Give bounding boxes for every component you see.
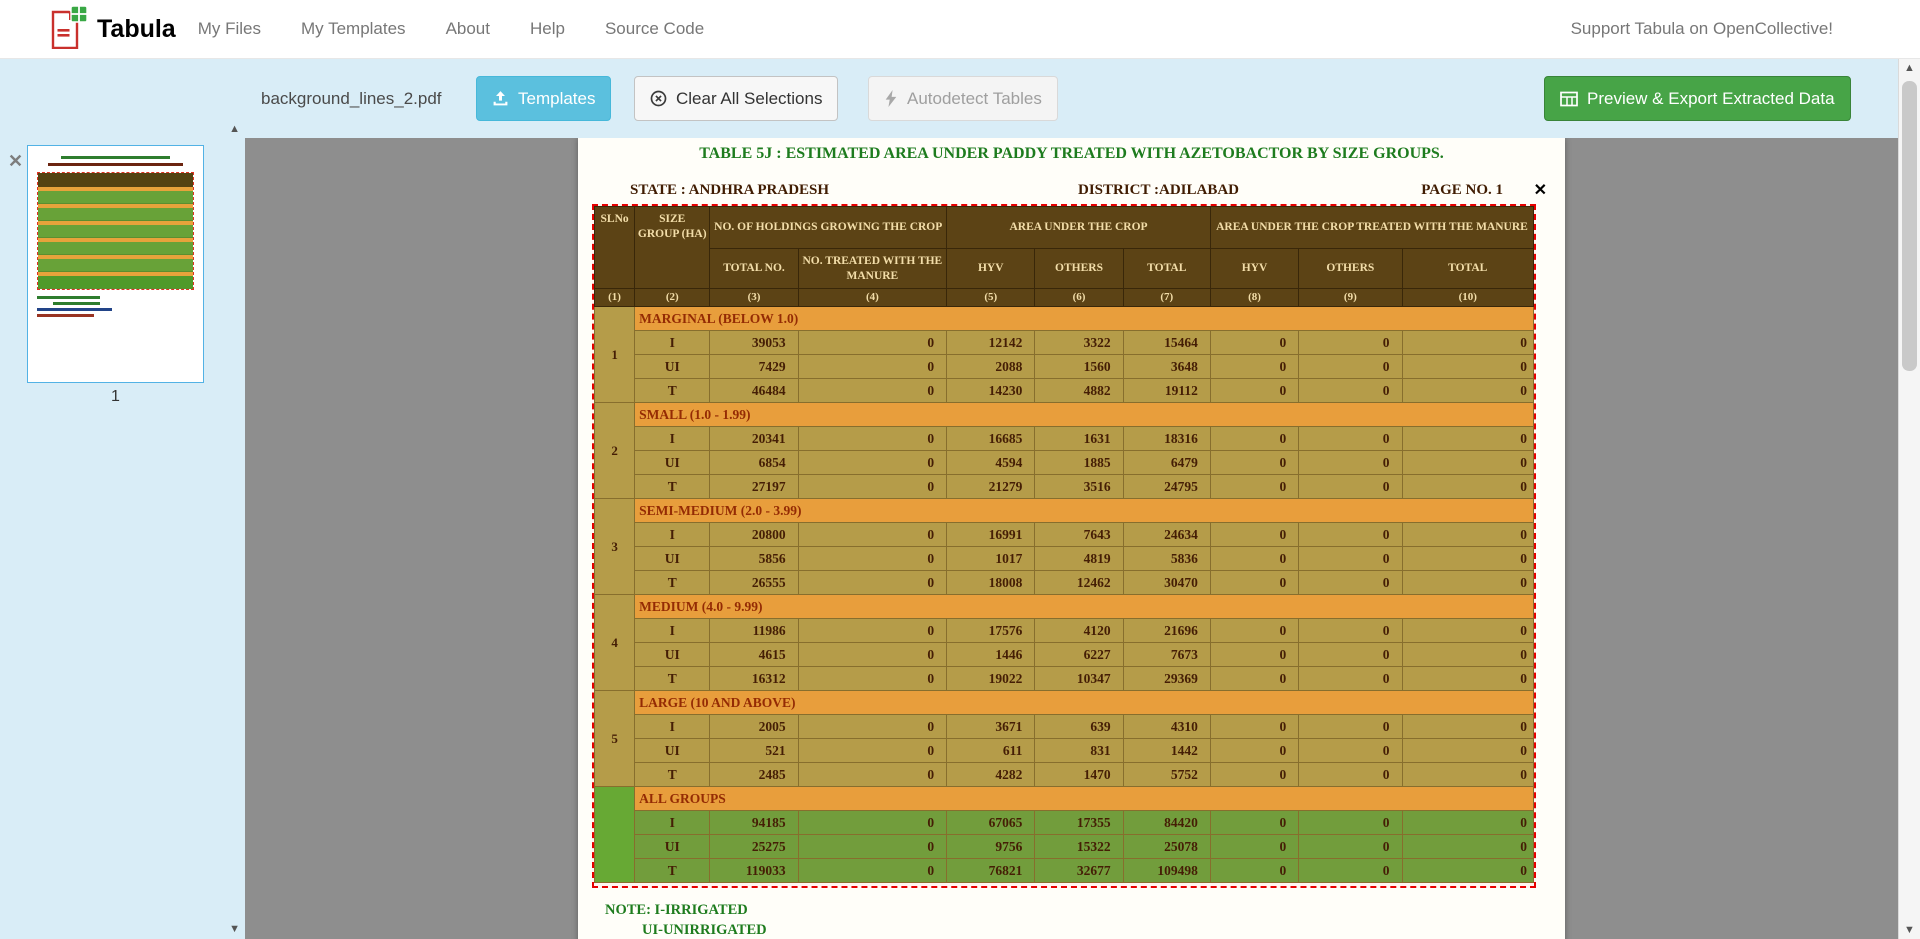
nav-link-about[interactable]: About [446, 19, 490, 39]
thumbnail-table-body [38, 187, 193, 289]
remove-page-button[interactable]: ✕ [8, 151, 23, 172]
thumb-rows-band [38, 242, 193, 255]
circle-x-icon [650, 90, 667, 107]
upload-icon [492, 90, 509, 107]
thumb-rows-band [38, 259, 193, 272]
scrollbar-thumb[interactable] [1902, 81, 1917, 371]
sidebar-scroll-down-icon[interactable]: ▼ [229, 923, 240, 935]
thumbnail-page-number: 1 [27, 388, 204, 406]
scroll-down-icon[interactable]: ▼ [1899, 924, 1920, 936]
thumb-rows-band [38, 191, 193, 204]
page-thumbnail[interactable] [27, 145, 204, 383]
thumb-rows-band [38, 208, 193, 221]
thumb-rows-band [38, 276, 193, 289]
nav-link-my-files[interactable]: My Files [198, 19, 261, 39]
thumb-note-line [53, 302, 100, 305]
top-navbar: Tabula My Files My Templates About Help … [0, 0, 1920, 59]
nav-link-my-templates[interactable]: My Templates [301, 19, 406, 39]
remove-selection-button[interactable]: ✕ [1534, 180, 1547, 200]
document-viewport: TABLE 5J : ESTIMATED AREA UNDER PADDY TR… [245, 138, 1898, 939]
nav-link-help[interactable]: Help [530, 19, 565, 39]
table-title: TABLE 5J : ESTIMATED AREA UNDER PADDY TR… [578, 145, 1565, 163]
thumb-notes [37, 296, 194, 317]
document-filename: background_lines_2.pdf [261, 89, 442, 109]
lightning-icon [884, 90, 898, 107]
selection-box[interactable] [592, 204, 1536, 888]
clear-all-selections-button[interactable]: Clear All Selections [634, 76, 838, 121]
thumb-meta-line [48, 163, 183, 166]
note-line-2: UI-UNIRRIGATED [642, 922, 767, 939]
table-icon [1560, 91, 1578, 107]
pdf-page: TABLE 5J : ESTIMATED AREA UNDER PADDY TR… [578, 138, 1565, 939]
app-logo[interactable]: Tabula [51, 5, 176, 54]
pdf-table-logo-icon [51, 5, 88, 54]
preview-export-button[interactable]: Preview & Export Extracted Data [1544, 76, 1851, 121]
clear-button-label: Clear All Selections [676, 89, 822, 109]
autodetect-tables-button[interactable]: Autodetect Tables [868, 76, 1058, 121]
autodetect-button-label: Autodetect Tables [907, 89, 1042, 109]
thumb-note-line [37, 296, 100, 299]
thumb-title-line [61, 156, 171, 159]
scroll-up-icon[interactable]: ▲ [1899, 62, 1920, 74]
thumb-note-line [37, 314, 94, 317]
support-link[interactable]: Support Tabula on OpenCollective! [1571, 19, 1833, 39]
nav-link-source-code[interactable]: Source Code [605, 19, 704, 39]
thumb-table-header [38, 173, 193, 187]
table-meta-row: STATE : ANDHRA PRADESH DISTRICT :ADILABA… [578, 182, 1565, 202]
brand-title: Tabula [97, 15, 176, 44]
export-button-label: Preview & Export Extracted Data [1587, 89, 1835, 109]
state-label: STATE : ANDHRA PRADESH [630, 182, 829, 199]
thumb-rows-band [38, 225, 193, 238]
sidebar-scroll-up-icon[interactable]: ▲ [229, 123, 240, 135]
note-line-1: NOTE: I-IRRIGATED [605, 902, 748, 919]
nav-links: My Files My Templates About Help Source … [198, 19, 704, 39]
thumbnail-table [37, 172, 194, 290]
thumb-note-line [37, 308, 112, 311]
templates-button-label: Templates [518, 89, 595, 109]
thumbnail-sidebar: ✕ ▲ ▼ 1 [0, 59, 245, 939]
vertical-scrollbar[interactable]: ▲ ▼ [1898, 59, 1920, 939]
district-label: DISTRICT :ADILABAD [1078, 182, 1239, 199]
page-no-label: PAGE NO. 1 [1421, 182, 1503, 199]
templates-button[interactable]: Templates [476, 76, 611, 121]
